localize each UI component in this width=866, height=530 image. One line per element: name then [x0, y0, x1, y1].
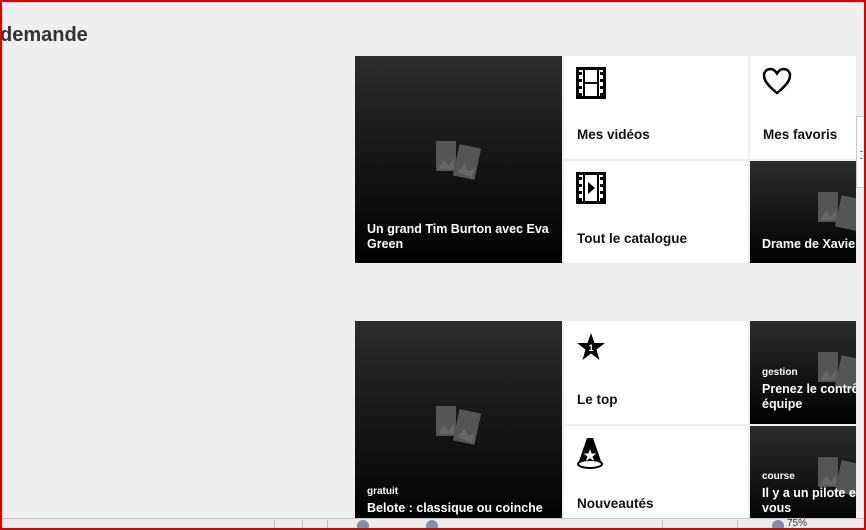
my-videos-tile[interactable]: Mes vidéos	[564, 56, 748, 159]
side-title: Prenez le contrôle équipe	[762, 382, 856, 411]
film-play-icon	[576, 172, 606, 204]
side-caption: course Il y a un pilote en vous	[762, 471, 856, 516]
star-rank-icon: 1	[577, 333, 605, 360]
side-title: Il y a un pilote en vous	[762, 486, 856, 515]
film-strip-icon	[576, 67, 606, 99]
image-placeholder-icon	[818, 192, 856, 231]
side-tile-drame[interactable]: Drame de Xavier	[750, 161, 856, 263]
top-label: Le top	[577, 392, 618, 407]
hero-title: Belote : classique ou coinche	[367, 501, 543, 515]
scrollbar-grip-icon	[860, 151, 863, 159]
catalog-tile[interactable]: Tout le catalogue	[564, 161, 748, 263]
status-separator	[327, 520, 328, 528]
zoom-icon[interactable]	[772, 520, 784, 528]
page-title: demande	[0, 24, 88, 46]
side-tile-gestion[interactable]: gestion Prenez le contrôle équipe	[750, 321, 856, 424]
top-tile[interactable]: 1 Le top	[564, 321, 748, 424]
hero-caption: gratuit Belote : classique ou coinche	[367, 486, 554, 516]
image-placeholder-icon	[436, 406, 482, 445]
side-caption: gestion Prenez le contrôle équipe	[762, 367, 856, 412]
vertical-scrollbar[interactable]	[856, 116, 866, 188]
side-tag: gestion	[762, 367, 798, 378]
hero-caption: Un grand Tim Burton avec Eva Green	[367, 222, 554, 252]
status-separator	[662, 520, 663, 528]
new-releases-tile[interactable]: Nouveautés	[564, 426, 748, 528]
side-title: Drame de Xavier	[762, 237, 856, 251]
security-zone-icon	[426, 520, 438, 528]
hero-title: Un grand Tim Burton avec Eva Green	[367, 222, 549, 251]
zoom-level[interactable]: 75%	[787, 519, 807, 528]
spotlight-star-icon	[577, 438, 603, 469]
globe-icon	[357, 520, 369, 528]
svg-text:1: 1	[588, 343, 593, 353]
status-separator	[302, 520, 303, 528]
hero-tag: gratuit	[367, 486, 399, 497]
new-releases-label: Nouveautés	[577, 496, 654, 511]
heart-outline-icon	[762, 67, 792, 95]
image-placeholder-icon	[436, 141, 482, 180]
hero-tile-belote[interactable]: gratuit Belote : classique ou coinche	[355, 321, 562, 528]
catalog-label: Tout le catalogue	[577, 231, 688, 246]
side-caption: Drame de Xavier	[762, 237, 856, 252]
favorites-tile[interactable]: Mes favoris	[750, 56, 856, 159]
favorites-label: Mes favoris	[763, 127, 838, 142]
status-bar: 75%	[2, 518, 864, 528]
hero-tile-tim-burton[interactable]: Un grand Tim Burton avec Eva Green	[355, 56, 562, 263]
status-separator	[737, 520, 738, 528]
my-videos-label: Mes vidéos	[577, 127, 650, 142]
side-tile-course[interactable]: course Il y a un pilote en vous	[750, 426, 856, 528]
status-separator	[274, 520, 275, 528]
side-tag: course	[762, 471, 795, 482]
